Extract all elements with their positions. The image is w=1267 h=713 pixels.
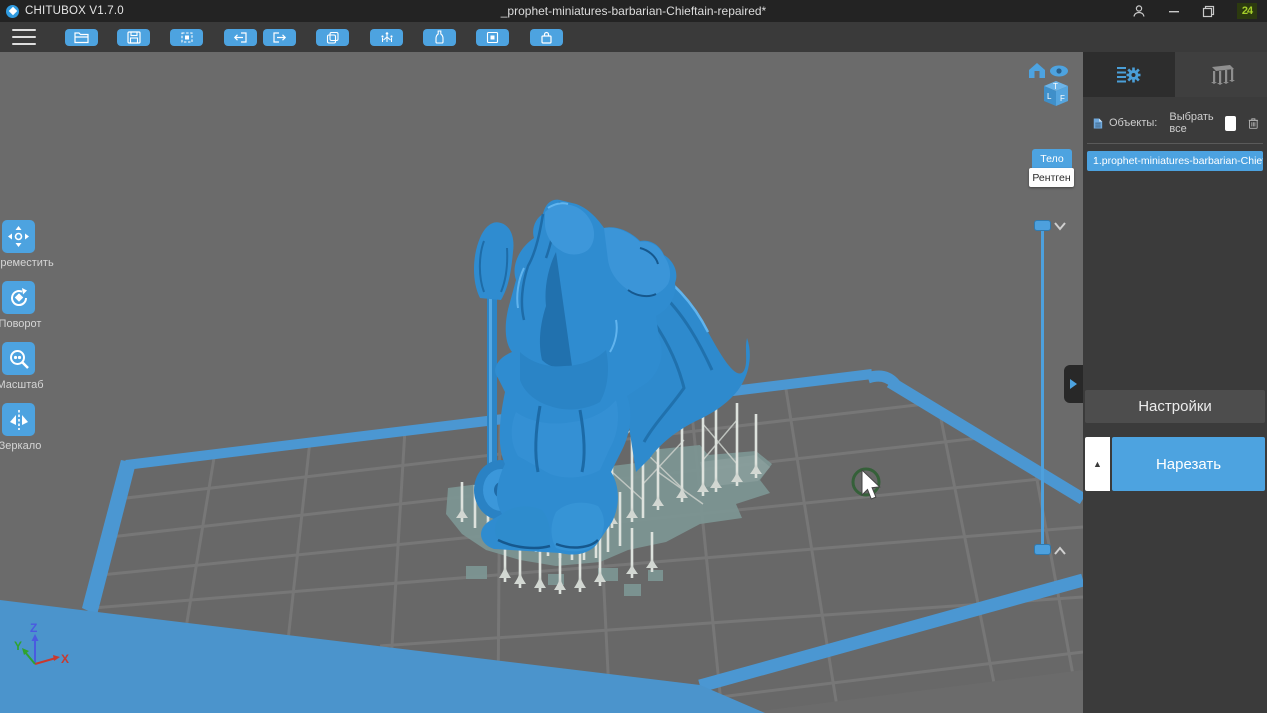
objects-header-label: Объекты: <box>1109 117 1157 129</box>
build-plate-scene: Z Y X <box>0 52 1083 713</box>
right-panel: Объекты: Выбрать все 1.prophet-miniature… <box>1083 52 1267 713</box>
render-body-button[interactable]: Тело <box>1032 149 1072 168</box>
save-button[interactable] <box>117 29 150 46</box>
panel-tabs <box>1083 52 1267 97</box>
folder-open-icon <box>73 31 91 44</box>
home-view-icon[interactable] <box>1029 63 1045 78</box>
title-bar: CHITUBOX V1.7.0 _prophet-miniatures-barb… <box>0 0 1267 22</box>
select-all-checkbox[interactable] <box>1225 116 1236 131</box>
document-title: _prophet-miniatures-barbarian-Chieftain-… <box>0 4 1267 18</box>
clip-slider-handle-bottom[interactable] <box>1034 544 1051 555</box>
menu-hamburger-icon[interactable] <box>12 29 36 45</box>
perspective-eye-icon[interactable] <box>1050 66 1068 77</box>
restore-button[interactable] <box>1202 5 1215 18</box>
chitubox-logo-icon <box>6 5 19 18</box>
scale-to-fit-button[interactable] <box>170 29 203 46</box>
import-icon <box>233 31 248 44</box>
lock-icon <box>540 31 553 44</box>
trash-icon[interactable] <box>1248 115 1259 131</box>
export-button[interactable] <box>263 29 296 46</box>
mirror-tool-label: Зеркало <box>0 440 55 452</box>
screen-recorder-badge: 24 <box>1237 3 1257 19</box>
scale-to-fit-icon <box>180 31 194 44</box>
objects-header-row: Объекты: Выбрать все <box>1083 97 1267 143</box>
slice-button[interactable]: Нарезать <box>1112 437 1265 491</box>
slice-expand-button[interactable]: ▲ <box>1085 437 1110 491</box>
objects-separator <box>1087 143 1263 144</box>
axis-z-label: Z <box>30 621 37 635</box>
clip-slider-track[interactable] <box>1041 225 1044 550</box>
view-cube-icon[interactable]: TLF <box>1044 81 1068 106</box>
dig-hole-icon <box>486 31 499 44</box>
support-tree-icon <box>379 31 395 44</box>
mirror-tool-button[interactable]: Зеркало <box>2 403 35 436</box>
svg-text:T: T <box>1053 82 1058 91</box>
svg-text:F: F <box>1060 94 1065 103</box>
mirror-icon <box>8 409 30 431</box>
chevron-up-icon[interactable] <box>1053 546 1067 556</box>
select-all-label: Выбрать все <box>1169 111 1218 135</box>
open-file-button[interactable] <box>65 29 98 46</box>
clone-icon <box>326 31 340 44</box>
app-title: CHITUBOX V1.7.0 <box>25 5 124 17</box>
clip-slider-handle-top[interactable] <box>1034 220 1051 231</box>
move-icon <box>7 225 30 248</box>
auto-support-button[interactable] <box>370 29 403 46</box>
play-triangle-icon <box>1069 378 1078 390</box>
save-icon <box>127 31 141 44</box>
clone-button[interactable] <box>316 29 349 46</box>
object-list-item[interactable]: 1.prophet-miniatures-barbarian-Chieftain… <box>1087 151 1263 171</box>
scale-tool-button[interactable]: Масштаб <box>2 342 35 375</box>
import-button[interactable] <box>224 29 257 46</box>
tab-settings[interactable] <box>1083 52 1175 97</box>
scale-icon <box>8 348 30 370</box>
render-xray-button[interactable]: Рентген <box>1029 168 1074 187</box>
chevron-down-icon[interactable] <box>1053 221 1067 231</box>
axis-y-label: Y <box>14 639 22 653</box>
move-tool-button[interactable]: Переместить <box>2 220 35 253</box>
rotate-icon <box>8 287 30 309</box>
rotate-tool-button[interactable]: Поворот <box>2 281 35 314</box>
account-icon[interactable] <box>1132 4 1146 18</box>
axis-x-label: X <box>61 652 69 666</box>
settings-list-icon <box>1116 64 1142 86</box>
viewport-3d[interactable]: Z Y X Переместить Поворот Масштаб Зеркал… <box>0 52 1083 713</box>
scale-tool-label: Масштаб <box>0 379 55 391</box>
hollow-bottle-icon <box>435 30 444 44</box>
panel-flyout-handle[interactable] <box>1064 365 1083 403</box>
document-icon <box>1093 116 1103 131</box>
settings-button[interactable]: Настройки <box>1085 390 1265 423</box>
main-toolbar <box>0 22 1267 52</box>
export-icon <box>272 31 287 44</box>
lock-button[interactable] <box>530 29 563 46</box>
supports-platform-icon <box>1206 63 1236 87</box>
minimize-button[interactable] <box>1168 5 1180 17</box>
dig-hole-button[interactable] <box>476 29 509 46</box>
tab-supports[interactable] <box>1175 52 1267 97</box>
move-tool-label: Переместить <box>0 257 55 269</box>
svg-text:L: L <box>1047 92 1052 101</box>
rotate-tool-label: Поворот <box>0 318 55 330</box>
hollow-button[interactable] <box>423 29 456 46</box>
